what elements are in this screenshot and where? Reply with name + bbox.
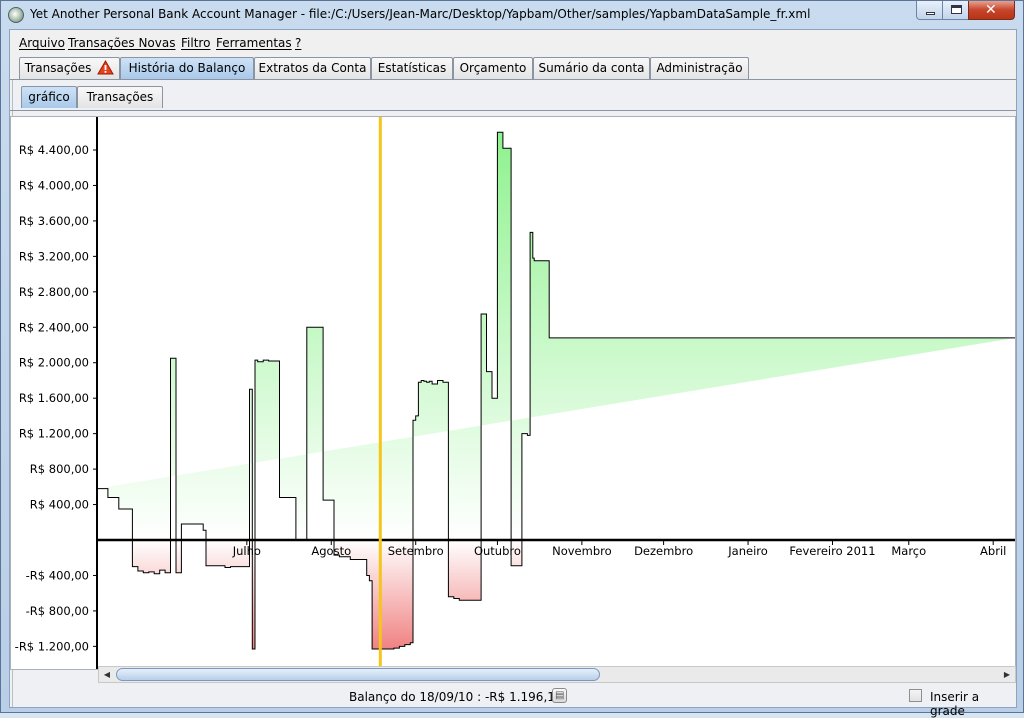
tab-transacoes[interactable]: Transações bbox=[19, 57, 120, 79]
app-window: Yet Another Personal Bank Account Manage… bbox=[0, 0, 1024, 718]
subtab-transacoes[interactable]: Transações bbox=[77, 86, 163, 108]
y-tick-label: -R$ 1.200,00 bbox=[15, 639, 89, 653]
tab-label: Sumário da conta bbox=[538, 61, 645, 75]
y-tick-label: R$ 3.600,00 bbox=[19, 214, 89, 228]
subtab-divider bbox=[10, 110, 1016, 111]
subtab-label: Transações bbox=[86, 90, 154, 104]
subtab-label: gráfico bbox=[28, 90, 70, 104]
tab-orcamento[interactable]: Orçamento bbox=[453, 57, 533, 79]
y-tick-label: R$ 800,00 bbox=[30, 462, 89, 476]
y-tick-label: -R$ 800,00 bbox=[26, 604, 89, 618]
x-tick-label: Novembro bbox=[552, 544, 612, 558]
tab-label: Estatísticas bbox=[377, 61, 447, 75]
tab-sumario-da-conta[interactable]: Sumário da conta bbox=[533, 57, 650, 79]
scroll-right-arrow-icon[interactable]: ▶ bbox=[999, 667, 1015, 682]
y-tick-label: R$ 1.600,00 bbox=[19, 391, 89, 405]
menu-transacoes-novas[interactable]: Transações Novas bbox=[68, 36, 175, 50]
tab-label: Administração bbox=[656, 61, 743, 75]
tab-historia-do-balanco[interactable]: História do Balanço bbox=[120, 57, 254, 79]
title-bar[interactable]: Yet Another Personal Bank Account Manage… bbox=[1, 1, 1023, 28]
balance-status-text: Balanço do 18/09/10 : -R$ 1.196,10 bbox=[349, 690, 563, 704]
y-tick-label: R$ 4.400,00 bbox=[19, 143, 89, 157]
balance-chart-svg: R$ 4.400,00 R$ 4.000,00 R$ 3.600,00 R$ 3.20… bbox=[15, 117, 1015, 669]
window-title: Yet Another Personal Bank Account Manage… bbox=[30, 7, 811, 21]
calendar-icon[interactable]: ▤ bbox=[552, 688, 567, 703]
tab-extratos-da-conta[interactable]: Extratos da Conta bbox=[254, 57, 371, 79]
x-tick-label: Março bbox=[891, 544, 926, 558]
maximize-button[interactable] bbox=[942, 1, 969, 20]
x-tick-label: Outubro bbox=[474, 544, 521, 558]
close-icon: ✕ bbox=[985, 2, 997, 18]
x-tick-label: Dezembro bbox=[634, 544, 693, 558]
tab-label: Orçamento bbox=[459, 61, 527, 75]
y-tick-label: R$ 2.000,00 bbox=[19, 356, 89, 370]
y-tick-label: R$ 400,00 bbox=[30, 498, 89, 512]
x-tick-label: Fevereiro 2011 bbox=[789, 544, 875, 558]
status-bar: Balanço do 18/09/10 : -R$ 1.196,10 ▤ Ins… bbox=[10, 685, 1016, 718]
x-tick-label: Abril bbox=[980, 544, 1006, 558]
grid-checkbox[interactable] bbox=[909, 689, 922, 702]
x-tick-label: Janeiro bbox=[727, 544, 768, 558]
x-tick-label: Setembro bbox=[388, 544, 444, 558]
y-tick-label: R$ 4.000,00 bbox=[19, 178, 89, 192]
menu-ferramentas[interactable]: Ferramentas bbox=[216, 36, 292, 50]
minimize-icon bbox=[926, 12, 935, 15]
y-tick-label: R$ 2.800,00 bbox=[19, 285, 89, 299]
menu-arquivo[interactable]: Arquivo bbox=[19, 36, 65, 50]
balance-chart[interactable]: R$ 4.400,00 R$ 4.000,00 R$ 3.600,00 R$ 3.20… bbox=[10, 116, 1016, 670]
y-tick-label: R$ 3.200,00 bbox=[19, 249, 89, 263]
subtab-grafico[interactable]: gráfico bbox=[21, 86, 77, 108]
scroll-left-arrow-icon[interactable]: ◀ bbox=[99, 667, 115, 682]
x-tick-label: Agosto bbox=[311, 544, 351, 558]
y-tick-label: R$ 2.400,00 bbox=[19, 320, 89, 334]
y-tick-label: R$ 1.200,00 bbox=[19, 427, 89, 441]
minimize-button[interactable] bbox=[916, 1, 943, 20]
close-button[interactable]: ✕ bbox=[968, 1, 1015, 20]
warning-icon bbox=[97, 60, 115, 75]
tab-label: Transações bbox=[24, 61, 92, 75]
x-tick-label: Julho bbox=[232, 544, 261, 558]
menu-help[interactable]: ? bbox=[295, 36, 301, 50]
tab-administracao[interactable]: Administração bbox=[650, 57, 749, 79]
app-icon bbox=[8, 7, 24, 23]
menu-bar: Arquivo Transações Novas Filtro Ferramen… bbox=[10, 30, 1016, 54]
client-area: Arquivo Transações Novas Filtro Ferramen… bbox=[9, 29, 1017, 718]
y-tick-label: -R$ 400,00 bbox=[26, 568, 89, 582]
positive-balance-area bbox=[97, 132, 1015, 540]
menu-filtro[interactable]: Filtro bbox=[181, 36, 210, 50]
scroll-thumb[interactable] bbox=[116, 668, 600, 681]
horizontal-scrollbar[interactable]: ◀ ▶ bbox=[98, 666, 1016, 683]
tab-estatisticas[interactable]: Estatísticas bbox=[371, 57, 453, 79]
grid-checkbox-label: Inserir a grade bbox=[930, 690, 980, 718]
tab-label: Extratos da Conta bbox=[258, 61, 367, 75]
maximize-icon bbox=[951, 5, 962, 14]
tab-label: História do Balanço bbox=[128, 61, 246, 75]
